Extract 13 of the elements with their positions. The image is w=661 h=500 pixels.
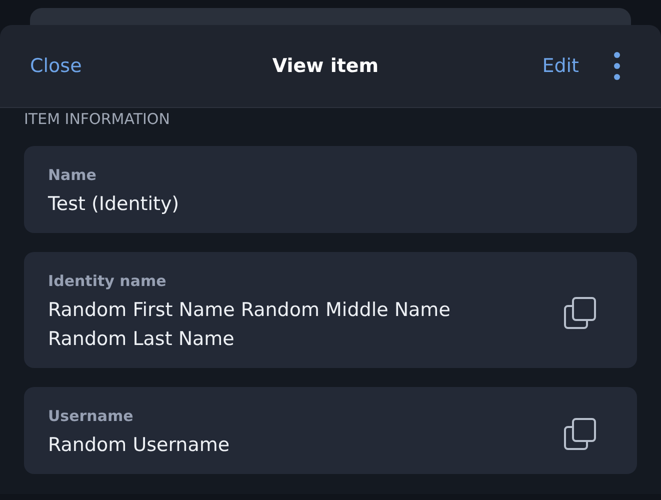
- field-value: Random First Name Random Middle Name Random Last Name: [48, 298, 452, 352]
- more-icon[interactable]: [613, 51, 621, 81]
- field-value: Random Username: [48, 433, 230, 458]
- field-label: Name: [48, 166, 98, 184]
- edit-button[interactable]: Edit: [542, 55, 579, 77]
- sheet-title: View item: [272, 55, 379, 77]
- field-label: Identity name: [48, 272, 168, 290]
- close-button[interactable]: Close: [30, 55, 82, 77]
- copy-icon[interactable]: [563, 296, 597, 330]
- field-value: Test (Identity): [48, 192, 180, 217]
- section-title: ITEM INFORMATION: [24, 110, 171, 128]
- field-label: Username: [48, 407, 134, 425]
- copy-icon[interactable]: [563, 416, 597, 450]
